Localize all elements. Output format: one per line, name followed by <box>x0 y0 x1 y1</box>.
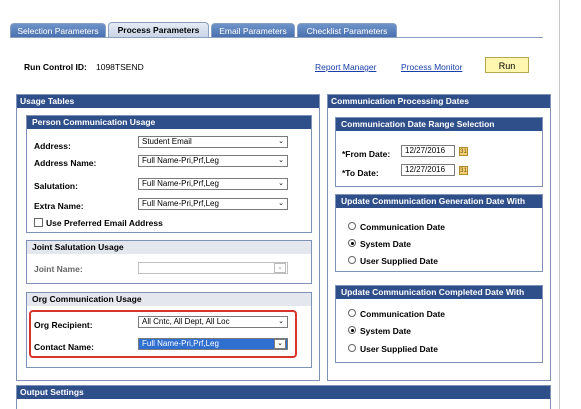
dropdown-arrow-icon: ⌄ <box>278 138 284 145</box>
salutation-value: Full Name-Pri,Prf,Leg <box>142 179 219 188</box>
dropdown-arrow-icon: ⌄ <box>278 200 284 207</box>
run-button[interactable]: Run <box>485 57 529 73</box>
tab-divider <box>10 37 543 38</box>
tab-process-parameters[interactable]: Process Parameters <box>108 22 209 37</box>
dropdown-arrow-icon: ⌄ <box>274 263 286 273</box>
calendar-icon[interactable]: 31 <box>459 166 468 175</box>
comm-processing-dates-header: Communication Processing Dates <box>328 95 550 108</box>
person-comm-usage-header: Person Communication Usage <box>27 116 311 129</box>
extra-name-label: Extra Name: <box>34 201 84 211</box>
from-date-input[interactable]: 12/27/2016 <box>401 145 455 157</box>
salutation-label: Salutation: <box>34 181 78 191</box>
comp-user-supplied-date-label: User Supplied Date <box>360 344 438 354</box>
preferred-email-checkbox[interactable] <box>34 218 43 227</box>
comp-system-date-radio[interactable] <box>348 326 356 334</box>
gen-system-date-label: System Date <box>360 239 412 249</box>
comp-communication-date-label: Communication Date <box>360 309 446 319</box>
date-range-header: Communication Date Range Selection <box>336 118 542 131</box>
from-date-label: *From Date: <box>342 149 391 159</box>
from-date-value: 12/27/2016 <box>405 146 446 155</box>
org-comm-usage-header: Org Communication Usage <box>27 293 311 306</box>
run-control-label: Run Control ID: <box>24 62 87 72</box>
comp-system-date-label: System Date <box>360 326 412 336</box>
comp-communication-date-radio[interactable] <box>348 309 356 317</box>
tab-selection-parameters[interactable]: Selection Parameters <box>10 23 106 37</box>
tab-checklist-parameters[interactable]: Checklist Parameters <box>297 23 397 37</box>
completed-date-header: Update Communication Completed Date With <box>336 286 542 299</box>
address-value: Student Email <box>142 137 192 146</box>
output-settings-header: Output Settings <box>17 386 550 399</box>
address-name-value: Full Name-Pri,Prf,Leg <box>142 156 219 165</box>
gen-communication-date-radio[interactable] <box>348 222 356 230</box>
usage-tables-header: Usage Tables <box>17 95 319 108</box>
dropdown-arrow-icon: ⌄ <box>278 157 284 164</box>
process-monitor-link[interactable]: Process Monitor <box>401 62 462 72</box>
gen-communication-date-label: Communication Date <box>360 222 446 232</box>
dropdown-arrow-icon: ⌄ <box>278 180 284 187</box>
person-comm-usage-group: Person Communication Usage <box>26 115 312 233</box>
output-settings-panel: Output Settings <box>16 385 551 409</box>
to-date-value: 12/27/2016 <box>405 165 446 174</box>
joint-name-label: Joint Name: <box>34 264 83 274</box>
generation-date-header: Update Communication Generation Date Wit… <box>336 195 542 208</box>
salutation-select[interactable]: Full Name-Pri,Prf,Leg ⌄ <box>138 178 288 190</box>
address-label: Address: <box>34 141 71 151</box>
gen-user-supplied-date-radio[interactable] <box>348 256 356 264</box>
report-manager-link[interactable]: Report Manager <box>315 62 376 72</box>
comp-user-supplied-date-radio[interactable] <box>348 344 356 352</box>
joint-salutation-header: Joint Salutation Usage <box>27 241 311 254</box>
extra-name-select[interactable]: Full Name-Pri,Prf,Leg ⌄ <box>138 198 288 210</box>
preferred-email-label: Use Preferred Email Address <box>46 218 163 228</box>
gen-system-date-radio[interactable] <box>348 239 356 247</box>
run-control-value: 1098TSEND <box>96 62 144 72</box>
gen-user-supplied-date-label: User Supplied Date <box>360 256 438 266</box>
calendar-icon[interactable]: 31 <box>459 147 468 156</box>
joint-name-select[interactable]: ⌄ <box>138 262 288 274</box>
highlight-box <box>29 310 297 358</box>
address-name-select[interactable]: Full Name-Pri,Prf,Leg ⌄ <box>138 155 288 167</box>
to-date-label: *To Date: <box>342 168 379 178</box>
address-name-label: Address Name: <box>34 158 97 168</box>
to-date-input[interactable]: 12/27/2016 <box>401 164 455 176</box>
address-select[interactable]: Student Email ⌄ <box>138 136 288 148</box>
extra-name-value: Full Name-Pri,Prf,Leg <box>142 199 219 208</box>
tab-email-parameters[interactable]: Email Parameters <box>211 23 295 37</box>
